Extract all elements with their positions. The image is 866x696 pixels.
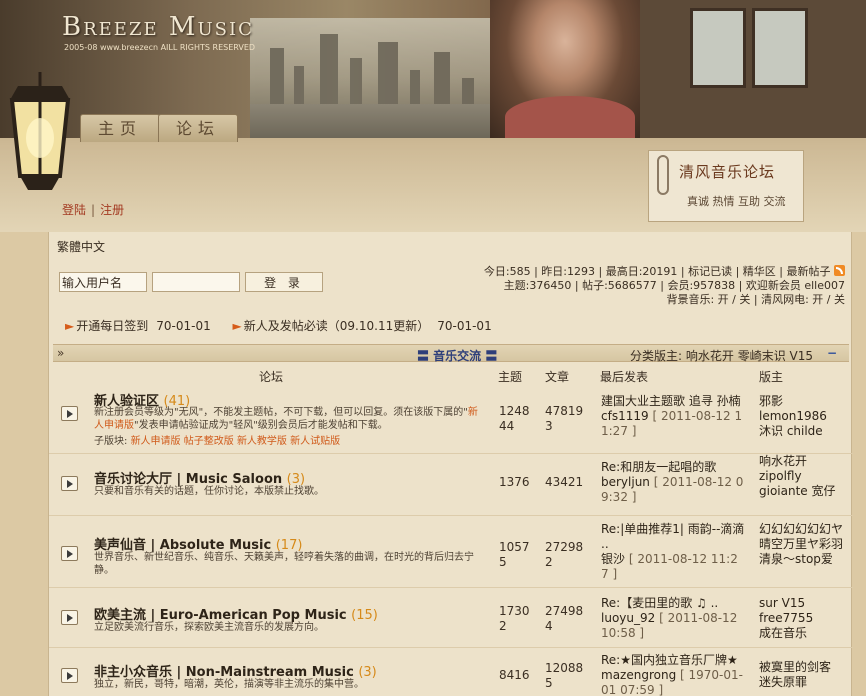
last-post: Re:【麦田里的歌 ♫ .. luoyu_92 [ 2011-08-12 10:5…	[601, 596, 745, 641]
forum-description: 立足欧美流行音乐，探索欧美主流音乐的发展方向。	[94, 622, 324, 633]
announcement-bar: ► 开通每日签到 70-01-01 ► 新人及发帖必读（09.10.11更新） 70-0…	[65, 317, 510, 334]
forum-card-title: 清风音乐论坛	[679, 163, 776, 181]
auth-links: 登陆 | 注册	[62, 201, 124, 218]
last-post-title[interactable]: Re:【麦田里的歌 ♫ ..	[601, 596, 718, 610]
subforum-link[interactable]: 新人教学版	[237, 436, 287, 447]
subforum-list: 子版块: 新人申请版 帖子整改版 新人教学版 新人试贴版	[94, 436, 341, 447]
forum-row: 非主小众音乐 | Non-Mainstream Music (3) 独立，新民，…	[49, 648, 853, 696]
subforum-link[interactable]: 新人试贴版	[290, 436, 340, 447]
last-post: Re:★国内独立音乐厂牌★ mazengrong [ 1970-01-01 07:…	[601, 653, 745, 696]
forum-row: 新人验证区 (41) 新注册会员等级为"无风"，不能发主题帖，不可下载，但可以回…	[49, 388, 853, 454]
forum-status-icon[interactable]	[61, 546, 78, 561]
forum-moderators[interactable]: 幻幻幻幻幻幻ヤ晴空万里ヤ彩羽清泉～stop爱	[759, 522, 845, 567]
subforum-link[interactable]: 新人申请版	[131, 436, 181, 447]
register-link[interactable]: 注册	[100, 203, 124, 217]
forum-name-card: 清风音乐论坛 真诚 热情 互助 交流	[648, 150, 804, 222]
site-logo[interactable]: Breeze Music	[62, 12, 254, 42]
login-button[interactable]: 登 录	[245, 272, 323, 292]
main-content: 繁體中文 登 录 今日:585 | 昨日:1293 | 最高日:20191 | …	[48, 232, 853, 696]
arrow-right-icon: ►	[232, 319, 242, 333]
site-header: Breeze Music 2005-08 www.breezecn AILL R…	[0, 0, 866, 232]
last-post-title[interactable]: Re:★国内独立音乐厂牌★	[601, 653, 738, 667]
portrait-dress	[505, 96, 635, 138]
last-post-user[interactable]: cfs1119	[601, 409, 649, 423]
forum-card-tagline: 真诚 热情 互助 交流	[687, 195, 786, 208]
forum-row: 欧美主流 | Euro-American Pop Music (15) 立足欧美…	[49, 588, 853, 648]
last-post-user[interactable]: beryljun	[601, 475, 650, 489]
category-moderators[interactable]: 分类版主: 响水花开 零崎末识 V15	[630, 347, 813, 364]
forum-description: 新注册会员等级为"无风"，不能发主题帖，不可下载，但可以回复。须在该版下属的"新…	[94, 407, 478, 431]
column-headers: 论坛 主题 文章 最后发表 版主	[49, 366, 853, 386]
subforum-link[interactable]: 帖子整改版	[184, 436, 234, 447]
col-topics: 主题	[498, 370, 523, 384]
stats-line-2: 主题:376450 | 帖子:5686577 | 会员:957838 | 欢迎新…	[503, 279, 845, 292]
forum-row: 音乐讨论大厅 | Music Saloon (3) 只要和音乐有关的话题，任你讨…	[49, 454, 853, 516]
last-post: 建国大业主题歌 追寻 孙楠 cfs1119 [ 2011-08-12 11:27 …	[601, 394, 745, 439]
expand-icon[interactable]: »	[57, 346, 64, 360]
col-moderators: 版主	[759, 370, 784, 384]
forum-description: 只要和音乐有关的话题，任你讨论，本版禁止找歌。	[94, 486, 324, 497]
forum-status-icon[interactable]	[61, 668, 78, 683]
arrow-right-icon: ►	[65, 319, 75, 333]
forum-status-icon[interactable]	[61, 476, 78, 491]
forum-moderators[interactable]: 响水花开 zipolfly gioiante 宽仔	[759, 454, 845, 499]
city-skyline-image	[250, 18, 490, 118]
forum-status-icon[interactable]	[61, 610, 78, 625]
forum-moderators[interactable]: 被寞里的剑客 迷失原罪	[759, 660, 845, 690]
rss-icon[interactable]	[834, 265, 845, 276]
username-input[interactable]	[59, 272, 147, 292]
post-count: 27298 2	[545, 540, 584, 569]
topic-count: 8416	[499, 668, 530, 682]
nav-tab-home[interactable]: 主页	[80, 114, 160, 142]
last-post-title[interactable]: Re:和朋友一起唱的歌	[601, 460, 716, 474]
stats-line-1[interactable]: 今日:585 | 昨日:1293 | 最高日:20191 | 标记已读 | 精华…	[484, 265, 831, 278]
window-image	[640, 0, 866, 138]
collapse-icon[interactable]: −	[827, 346, 837, 360]
post-count: 12088 5	[545, 661, 584, 690]
forum-description: 独立，新民，哥特，暗潮，英伦，描演等非主流乐的集中营。	[94, 679, 364, 690]
topic-count: 1248 44	[499, 404, 530, 433]
password-input[interactable]	[152, 272, 240, 292]
post-count: 27498 4	[545, 604, 584, 633]
last-post: Re:和朋友一起唱的歌 beryljun [ 2011-08-12 09:32 ]	[601, 460, 745, 505]
col-forum: 论坛	[259, 370, 284, 384]
last-post-title[interactable]: Re:|单曲推荐1| 雨韵--滴滴 ..	[601, 522, 744, 551]
forum-moderators[interactable]: 邪影 lemon1986 沐识 childe	[759, 394, 845, 439]
post-count: 43421	[545, 475, 584, 489]
col-last-post: 最后发表	[600, 370, 649, 384]
forum-moderators[interactable]: sur V15 free7755 成在音乐	[759, 596, 845, 641]
last-post-user[interactable]: mazengrong	[601, 668, 676, 682]
last-post-user[interactable]: luoyu_92	[601, 611, 655, 625]
announcement-item[interactable]: ► 新人及发帖必读（09.10.11更新） 70-01-01	[233, 319, 492, 333]
topic-count: 1730 2	[499, 604, 530, 633]
river-image	[250, 104, 490, 138]
category-header: » 〓 音乐交流 〓 分类版主: 响水花开 零崎末识 V15 −	[53, 344, 849, 364]
paperclip-icon	[657, 155, 669, 195]
post-count: 47819 3	[545, 404, 584, 433]
last-post: Re:|单曲推荐1| 雨韵--滴滴 .. 银沙 [ 2011-08-12 11:2…	[601, 522, 745, 582]
topic-count: 1376	[499, 475, 530, 489]
forum-status-icon[interactable]	[61, 406, 78, 421]
topic-count: 1057 5	[499, 540, 530, 569]
traditional-chinese-link[interactable]: 繁體中文	[57, 238, 105, 255]
forum-stats: 今日:585 | 昨日:1293 | 最高日:20191 | 标记已读 | 精华…	[484, 265, 845, 307]
nav-tab-forum[interactable]: 论坛	[158, 114, 238, 142]
last-post-user[interactable]: 银沙	[601, 552, 625, 566]
col-posts: 文章	[545, 370, 570, 384]
copyright-text: 2005-08 www.breezecn AILL RIGHTS RESERVE…	[64, 43, 256, 52]
lantern-icon	[9, 72, 71, 190]
login-link[interactable]: 登陆	[62, 203, 86, 217]
announcement-item[interactable]: ► 开通每日签到 70-01-01	[65, 319, 211, 333]
forum-description: 世界音乐、新世纪音乐、纯音乐、天籁美声，轻哼着失落的曲调，在时光的背后归去宁静。	[94, 552, 474, 576]
category-title[interactable]: 〓 音乐交流 〓	[417, 347, 497, 364]
stats-line-3[interactable]: 背景音乐: 开 / 关 | 清风网电: 开 / 关	[484, 293, 845, 307]
forum-row: 美声仙音 | Absolute Music (17) 世界音乐、新世纪音乐、纯音…	[49, 516, 853, 588]
auth-separator: |	[91, 203, 96, 217]
last-post-title[interactable]: 建国大业主题歌 追寻 孙楠	[601, 394, 741, 408]
